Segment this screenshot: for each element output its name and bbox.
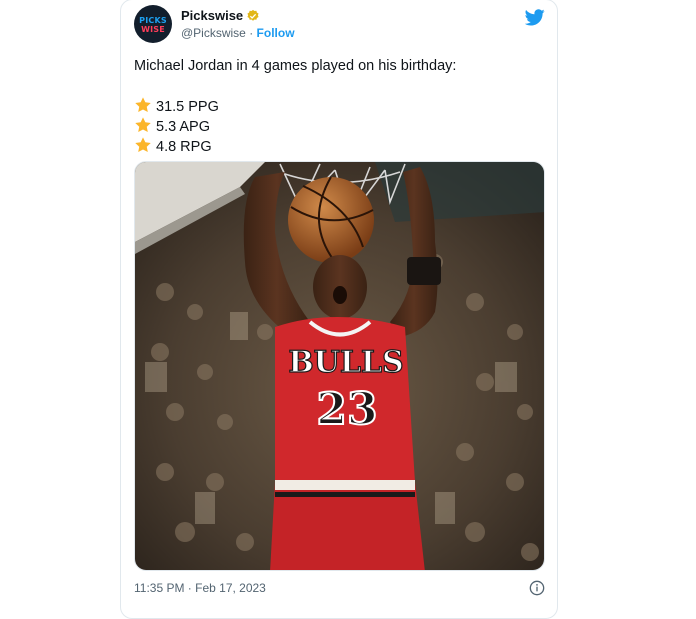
star-emoji-icon (134, 116, 152, 134)
avatar[interactable]: PICKS WISE (134, 5, 172, 43)
avatar-text-line2: WISE (141, 25, 165, 34)
follow-button[interactable]: Follow (257, 26, 295, 40)
avatar-text-line1: PICKS (139, 16, 167, 25)
star-emoji-icon (134, 136, 152, 154)
jersey-number-text: 23 (316, 384, 377, 435)
tweet-text: Michael Jordan in 4 games played on his … (134, 56, 456, 156)
stat-apg: 5.3 APG (156, 119, 211, 135)
star-emoji-icon (134, 96, 152, 114)
tweet-header: PICKS WISE Pickswise @Pickswise · Follow (134, 5, 547, 45)
tweet-card[interactable]: PICKS WISE Pickswise @Pickswise · Follow (120, 0, 558, 619)
info-icon[interactable] (529, 580, 545, 601)
jersey-team-text: BULLS (288, 345, 403, 380)
stat-line: 31.5 PPG (134, 96, 456, 116)
stat-line: 5.3 APG (134, 116, 456, 136)
stat-line: 4.8 RPG (134, 136, 456, 156)
stat-rpg: 4.8 RPG (156, 139, 212, 155)
display-name[interactable]: Pickswise (181, 8, 243, 23)
handle[interactable]: @Pickswise (181, 26, 246, 40)
timestamp[interactable]: 11:35 PM · Feb 17, 2023 (134, 581, 266, 595)
twitter-bird-icon[interactable] (524, 9, 545, 31)
stat-ppg: 31.5 PPG (156, 99, 219, 115)
verified-badge-icon (246, 9, 260, 23)
author-info: Pickswise @Pickswise · Follow (181, 8, 295, 40)
handle-separator: · (245, 26, 257, 40)
tweet-text-line: Michael Jordan in 4 games played on his … (134, 58, 457, 74)
tweet-footer: 11:35 PM · Feb 17, 2023 (134, 579, 545, 599)
tweet-photo[interactable]: BULLS 23 (134, 161, 545, 571)
